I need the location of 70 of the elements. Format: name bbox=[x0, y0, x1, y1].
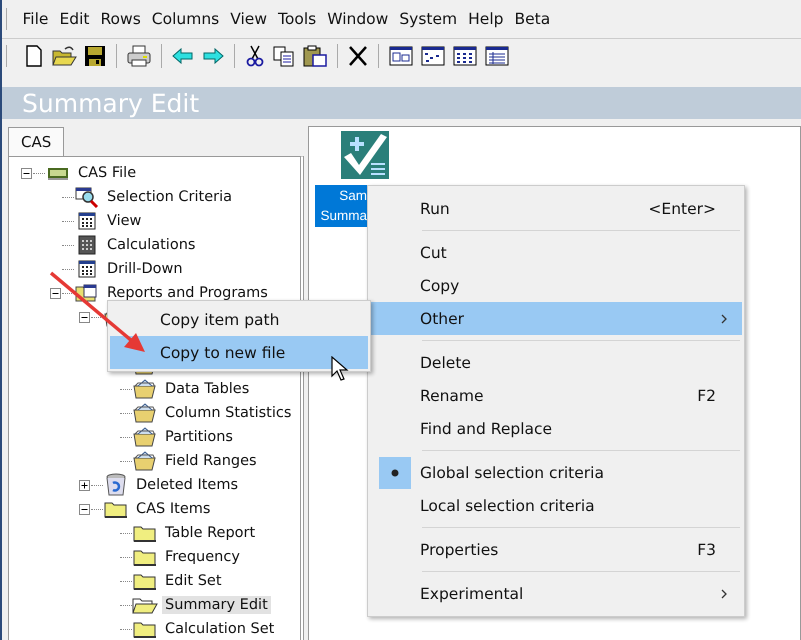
tab[interactable]: CAS bbox=[8, 127, 64, 156]
menu-item[interactable]: Copy to new file bbox=[110, 336, 368, 369]
checkmark-icon[interactable] bbox=[341, 131, 389, 179]
tree-item[interactable]: View bbox=[104, 212, 144, 230]
report-folder-icon bbox=[133, 451, 157, 471]
mouse-cursor-icon bbox=[331, 356, 349, 382]
menu-item[interactable]: Copy bbox=[370, 269, 742, 302]
open-folder-icon[interactable] bbox=[51, 44, 77, 68]
tree-item[interactable]: Column Statistics bbox=[162, 404, 294, 422]
file-icon bbox=[47, 165, 69, 181]
expand-toggle[interactable] bbox=[79, 312, 91, 322]
chevron-right-icon bbox=[720, 312, 728, 324]
scissors-icon[interactable] bbox=[244, 44, 266, 68]
menu-item[interactable]: Cut bbox=[370, 236, 742, 269]
menu-item[interactable]: File bbox=[17, 8, 54, 30]
view-title: Summary Edit bbox=[22, 88, 200, 118]
expand-toggle[interactable] bbox=[50, 288, 62, 298]
menu-item[interactable]: System bbox=[394, 8, 463, 30]
menu-item[interactable]: Global selection criteria bbox=[370, 456, 742, 489]
menu-item[interactable]: View bbox=[224, 8, 273, 30]
menu-item[interactable]: Edit bbox=[54, 8, 95, 30]
tree-item[interactable]: Calculations bbox=[104, 236, 198, 254]
menu-item[interactable]: Tools bbox=[272, 8, 322, 30]
tree-item[interactable]: Selection Criteria bbox=[104, 188, 236, 206]
menu-item[interactable]: Columns bbox=[146, 8, 225, 30]
clipboard-icon[interactable] bbox=[302, 44, 328, 68]
tree-item[interactable]: Calculation Set bbox=[162, 620, 278, 638]
tree-item[interactable]: Field Ranges bbox=[162, 452, 260, 470]
view-layout-icon[interactable] bbox=[420, 44, 446, 68]
recycle-bin-icon bbox=[105, 473, 127, 497]
close-icon[interactable] bbox=[347, 44, 369, 68]
grid-icon bbox=[78, 212, 96, 230]
menu-item[interactable]: Find and Replace bbox=[370, 412, 742, 445]
magnifier-icon bbox=[75, 186, 99, 208]
expand-toggle[interactable] bbox=[79, 480, 91, 490]
menu-item[interactable]: Other bbox=[370, 302, 742, 335]
menu-item[interactable]: Local selection criteria bbox=[370, 489, 742, 522]
tree-item[interactable]: CAS Items bbox=[133, 500, 214, 518]
copy-icon[interactable] bbox=[272, 44, 296, 68]
view-layout-icon[interactable] bbox=[388, 44, 414, 68]
tree-item[interactable]: Partitions bbox=[162, 428, 236, 446]
menu-item[interactable]: Properties F3 bbox=[370, 533, 742, 566]
grid-icon bbox=[78, 260, 96, 278]
view-layout-icon[interactable] bbox=[484, 44, 510, 68]
report-folder-icon bbox=[133, 379, 157, 399]
tree-item[interactable]: Edit Set bbox=[162, 572, 224, 590]
menu-item[interactable]: Help bbox=[462, 8, 509, 30]
tree-item[interactable]: Deleted Items bbox=[133, 476, 242, 494]
menu-item[interactable]: Delete bbox=[370, 346, 742, 379]
expand-toggle[interactable] bbox=[79, 504, 91, 514]
tree-item[interactable]: CAS File bbox=[75, 164, 140, 182]
calculator-icon bbox=[78, 235, 96, 255]
menu-item[interactable]: Window bbox=[322, 8, 394, 30]
printer-icon[interactable] bbox=[126, 44, 152, 68]
menu-item[interactable]: Rows bbox=[94, 8, 146, 30]
report-folder-icon bbox=[133, 403, 157, 423]
tree-item[interactable]: Drill-Down bbox=[104, 260, 186, 278]
tree-item[interactable]: Table Report bbox=[162, 524, 258, 542]
tree-item[interactable]: Data Tables bbox=[162, 380, 252, 398]
menu-item[interactable]: Beta bbox=[508, 8, 556, 30]
tree-item[interactable]: Reports and Programs bbox=[104, 284, 271, 302]
tree-item[interactable]: Frequency bbox=[162, 548, 243, 566]
view-layout-icon[interactable] bbox=[452, 44, 478, 68]
chevron-right-icon bbox=[720, 588, 728, 600]
menu-item[interactable]: Rename F2 bbox=[370, 379, 742, 412]
tree-item[interactable]: Summary Edit bbox=[162, 596, 271, 614]
report-folder-icon bbox=[133, 427, 157, 447]
menu-item[interactable]: Experimental bbox=[370, 577, 742, 610]
expand-toggle[interactable] bbox=[21, 168, 33, 178]
menu-item[interactable]: Copy item path bbox=[110, 303, 368, 336]
